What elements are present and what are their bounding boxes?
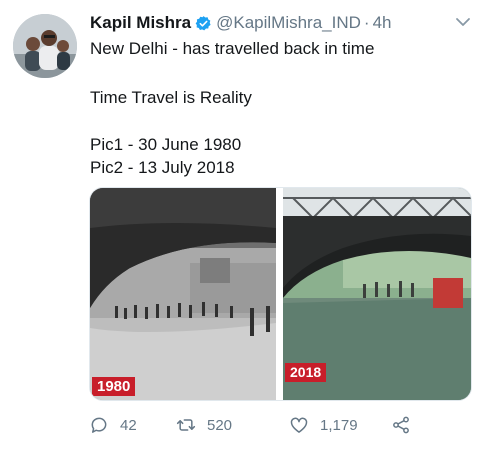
retweet-icon (176, 419, 196, 431)
author-handle[interactable]: @KapilMishra_IND (216, 13, 361, 33)
photo-1980[interactable]: 1980 (90, 188, 276, 400)
tweet-text-line: Pic1 - 30 June 1980 (90, 135, 242, 154)
avatar[interactable] (13, 14, 77, 78)
tweet-timestamp[interactable]: 4h (373, 13, 392, 33)
retweet-button[interactable]: 520 (176, 413, 232, 437)
retweet-count: 520 (207, 416, 233, 434)
tweet-text-line: Time Travel is Reality (90, 88, 252, 107)
chevron-down-icon[interactable] (455, 16, 471, 28)
tweet-header: Kapil Mishra @KapilMishra_IND · 4h (90, 11, 392, 35)
like-count: 1,179 (320, 416, 358, 434)
year-label-2018: 2018 (285, 363, 327, 382)
heart-icon (290, 417, 308, 433)
tweet-text-line: Pic2 - 13 July 2018 (90, 158, 235, 177)
reply-icon (91, 417, 107, 433)
reply-count: 42 (120, 416, 137, 434)
photo-2018[interactable]: 2018 (283, 188, 471, 400)
verified-badge-icon (195, 15, 212, 32)
share-button[interactable] (391, 413, 411, 437)
author-name[interactable]: Kapil Mishra (90, 13, 191, 33)
tweet-actions: 42 520 1,179 (89, 413, 469, 437)
tweet: Kapil Mishra @KapilMishra_IND · 4h New D… (0, 0, 483, 457)
tweet-media: 1980 2018 (89, 187, 472, 401)
header-separator: · (363, 13, 370, 32)
tweet-text-line: New Delhi - has travelled back in time (90, 39, 375, 58)
reply-button[interactable]: 42 (89, 413, 137, 437)
year-label-1980: 1980 (92, 377, 136, 396)
like-button[interactable]: 1,179 (289, 413, 358, 437)
share-icon (393, 416, 409, 434)
